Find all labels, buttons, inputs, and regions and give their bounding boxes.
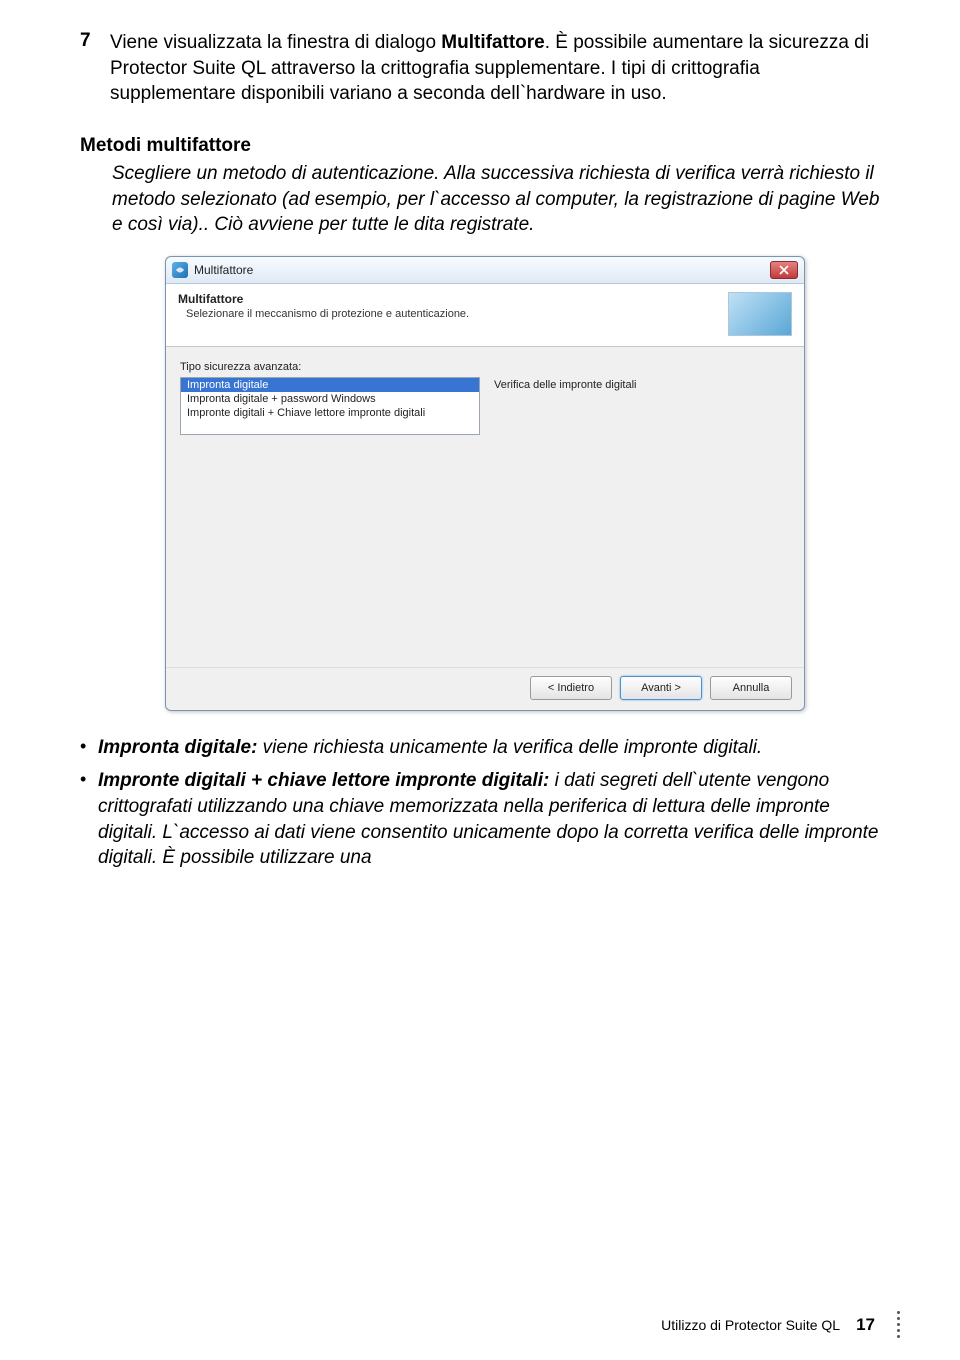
bullet-icon: • xyxy=(80,735,98,761)
multifattore-dialog: Multifattore Multifattore Selezionare il… xyxy=(165,256,805,711)
page-number: 17 xyxy=(856,1315,875,1335)
bullet-text: Impronte digitali + chiave lettore impro… xyxy=(98,768,890,871)
dialog-footer: < Indietro Avanti > Annulla xyxy=(166,667,804,710)
list-item[interactable]: Impronta digitale + password Windows xyxy=(181,392,479,406)
dialog-header: Multifattore Selezionare il meccanismo d… xyxy=(166,284,804,347)
cancel-button[interactable]: Annulla xyxy=(710,676,792,700)
step-number: 7 xyxy=(80,30,110,107)
step-bold: Multifattore xyxy=(441,32,544,53)
bullet-lead: Impronta digitale: xyxy=(98,737,257,758)
dialog-body: Tipo sicurezza avanzata: Impronta digita… xyxy=(166,347,804,667)
footer-dots-icon xyxy=(897,1311,900,1338)
close-button[interactable] xyxy=(770,261,798,279)
dialog-header-subtitle: Selezionare il meccanismo di protezione … xyxy=(178,308,728,320)
security-type-listbox[interactable]: Impronta digitale Impronta digitale + pa… xyxy=(180,377,480,435)
list-item[interactable]: Impronte digitali + Chiave lettore impro… xyxy=(181,406,479,420)
footer-text: Utilizzo di Protector Suite QL xyxy=(661,1317,840,1333)
close-icon xyxy=(779,265,789,275)
list-item[interactable]: Impronta digitale xyxy=(181,378,479,392)
section-body: Scegliere un metodo di autenticazione. A… xyxy=(112,161,890,238)
bullet-lead: Impronte digitali + chiave lettore impro… xyxy=(98,770,549,791)
titlebar-title: Multifattore xyxy=(194,263,253,277)
fingerprint-banner-icon xyxy=(728,292,792,336)
page-footer: Utilizzo di Protector Suite QL 17 xyxy=(661,1311,900,1338)
bullet-rest: viene richiesta unicamente la verifica d… xyxy=(257,737,762,758)
bullet-text: Impronta digitale: viene richiesta unica… xyxy=(98,735,762,761)
back-button[interactable]: < Indietro xyxy=(530,676,612,700)
next-button[interactable]: Avanti > xyxy=(620,676,702,700)
bullet-icon: • xyxy=(80,768,98,871)
step-text-before: Viene visualizzata la finestra di dialog… xyxy=(110,32,441,53)
app-icon xyxy=(172,262,188,278)
step-text: Viene visualizzata la finestra di dialog… xyxy=(110,30,890,107)
list-label: Tipo sicurezza avanzata: xyxy=(180,361,790,373)
verification-description: Verifica delle impronte digitali xyxy=(494,377,636,435)
section-title: Metodi multifattore xyxy=(80,135,890,157)
dialog-header-title: Multifattore xyxy=(178,292,728,306)
titlebar[interactable]: Multifattore xyxy=(166,257,804,284)
